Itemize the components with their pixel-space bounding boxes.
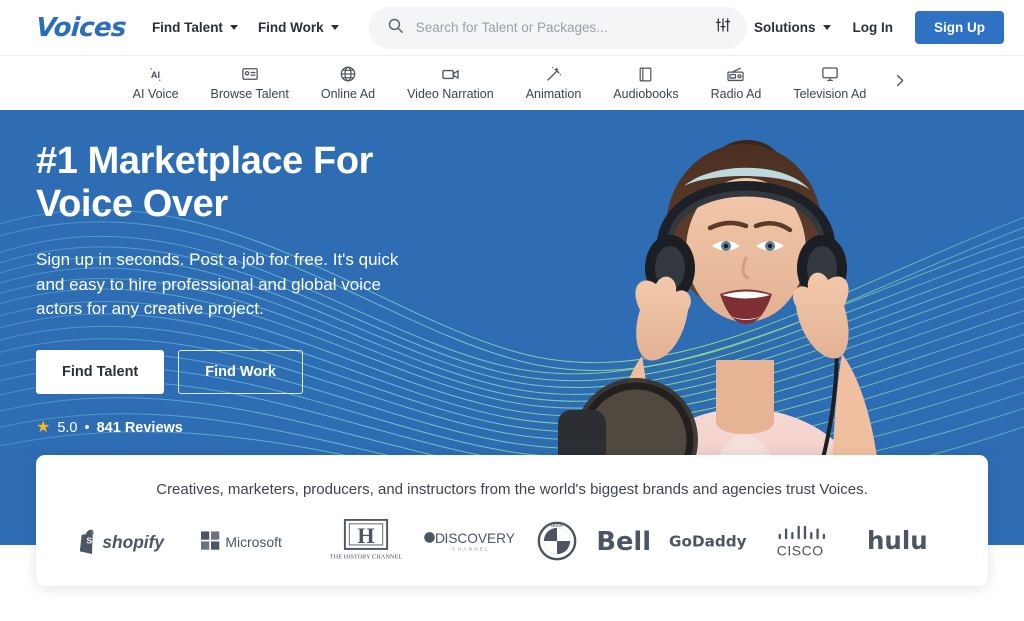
hero-find-work-button[interactable]: Find Work	[178, 349, 303, 394]
svg-text:H: H	[357, 523, 374, 548]
nav-solutions-label: Solutions	[754, 20, 816, 35]
category-label: AI Voice	[132, 87, 179, 101]
godaddy-logo: GoDaddy	[669, 520, 755, 562]
globe-icon	[339, 65, 357, 83]
svg-text:AI: AI	[151, 70, 160, 80]
category-label: Television Ad	[793, 87, 867, 101]
hero-headline-line2: Voice Over	[36, 182, 228, 225]
hulu-logo: hulu	[867, 520, 945, 562]
header-right-actions: Solutions Log In Sign Up	[754, 11, 1004, 44]
discovery-logo: D ISCOVERY CHANNEL	[423, 520, 519, 562]
bell-logo: Bell	[595, 520, 651, 562]
svg-text:shopify: shopify	[102, 532, 165, 552]
magic-wand-icon	[545, 65, 563, 83]
svg-text:D: D	[435, 530, 445, 546]
category-label: Radio Ad	[710, 87, 762, 101]
category-label: Browse Talent	[210, 87, 289, 101]
trust-title: Creatives, marketers, producers, and ins…	[156, 481, 868, 498]
chevron-down-icon	[330, 25, 339, 30]
svg-text:S: S	[86, 536, 92, 546]
page-root: Voices Find Talent Find Work Search for …	[0, 0, 1024, 621]
svg-text:THE HISTORY CHANNEL: THE HISTORY CHANNEL	[330, 554, 403, 561]
book-icon	[637, 65, 654, 83]
category-label: Video Narration	[407, 87, 494, 101]
cisco-logo: CISCO	[773, 520, 849, 562]
monitor-icon	[821, 65, 839, 83]
category-next-arrow[interactable]	[888, 56, 907, 110]
svg-text:Microsoft: Microsoft	[225, 534, 282, 550]
nav-find-work-label: Find Work	[257, 20, 324, 35]
ai-icon: AI	[147, 65, 164, 83]
hero-headline-line1: #1 Marketplace For	[36, 140, 374, 182]
sliders-filter-icon[interactable]	[715, 17, 731, 38]
svg-text:CISCO: CISCO	[777, 542, 824, 558]
hero-cta-row: Find Talent Find Work	[36, 349, 470, 394]
category-nav: AI AI Voice Browse Talent Online Ad Vide…	[0, 55, 1024, 110]
search-bar[interactable]	[368, 6, 747, 49]
category-item-television-ad[interactable]: Television Ad	[777, 65, 882, 101]
category-item-video-narration[interactable]: Video Narration	[391, 65, 510, 101]
history-channel-logo: H THE HISTORY CHANNEL	[327, 519, 405, 562]
radio-icon	[726, 65, 745, 83]
rating-separator: •	[84, 419, 90, 436]
chevron-down-icon	[822, 25, 831, 30]
svg-text:Bell: Bell	[596, 527, 651, 557]
rating-reviews-count[interactable]: 841 Reviews	[97, 420, 183, 436]
nav-find-talent-label: Find Talent	[151, 20, 223, 35]
voices-logo[interactable]: Voices	[35, 13, 127, 43]
svg-text:CHANNEL: CHANNEL	[452, 547, 490, 553]
svg-text:BMW: BMW	[551, 523, 563, 529]
hero-subtext: Sign up in seconds. Post a job for free.…	[36, 249, 399, 319]
chevron-down-icon	[229, 25, 238, 30]
svg-text:GoDaddy: GoDaddy	[669, 532, 747, 550]
svg-text:hulu: hulu	[867, 527, 928, 555]
id-card-icon	[241, 65, 259, 83]
brand-logo-row: S shopify Microsoft H THE HISTORY CHANNE…	[56, 519, 968, 562]
bmw-logo: BMW	[537, 520, 577, 562]
category-item-animation[interactable]: Animation	[510, 65, 598, 101]
trusted-brands-card: Creatives, marketers, producers, and ins…	[36, 455, 988, 586]
star-icon: ★	[36, 418, 51, 436]
rating-score: 5.0	[57, 419, 78, 436]
search-input[interactable]	[415, 20, 703, 35]
shopify-logo: S shopify	[79, 520, 183, 562]
nav-solutions[interactable]: Solutions	[754, 20, 831, 35]
nav-find-work[interactable]: Find Work	[258, 20, 339, 35]
video-camera-icon	[441, 65, 460, 83]
hero-find-talent-button[interactable]: Find Talent	[36, 349, 165, 394]
category-item-audiobooks[interactable]: Audiobooks	[597, 65, 694, 101]
category-label: Animation	[525, 87, 582, 101]
site-header: Voices Find Talent Find Work Search for …	[0, 0, 1024, 55]
login-link[interactable]: Log In	[853, 20, 894, 35]
microsoft-logo: Microsoft	[201, 520, 309, 562]
category-item-ai-voice[interactable]: AI AI Voice	[117, 65, 195, 101]
category-item-browse-talent[interactable]: Browse Talent	[195, 65, 305, 101]
category-item-radio-ad[interactable]: Radio Ad	[695, 65, 778, 101]
category-item-online-ad[interactable]: Online Ad	[305, 65, 391, 101]
chevron-right-icon	[892, 73, 907, 93]
signup-button[interactable]: Sign Up	[915, 11, 1004, 44]
category-label: Online Ad	[320, 87, 376, 101]
rating-summary: ★ 5.0 • 841 Reviews	[36, 418, 470, 436]
search-icon	[387, 17, 404, 39]
hero-headline: #1 Marketplace For Voice Over	[36, 140, 470, 226]
category-label: Audiobooks	[613, 87, 679, 101]
hero-content: #1 Marketplace For Voice Over Sign up in…	[0, 110, 470, 436]
svg-text:ISCOVERY: ISCOVERY	[445, 531, 515, 546]
nav-find-talent[interactable]: Find Talent	[152, 20, 238, 35]
